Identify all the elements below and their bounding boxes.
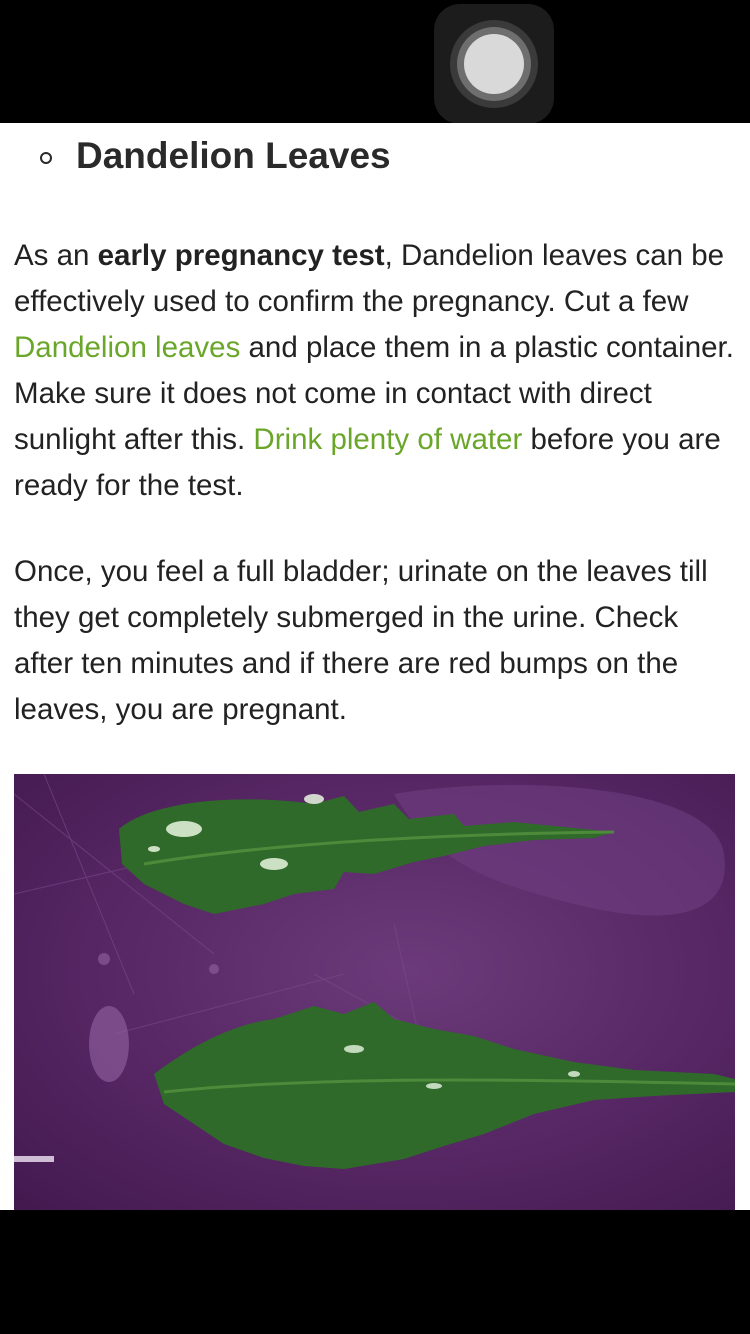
section-heading: Dandelion Leaves [76,135,391,176]
bottom-black-bar [0,1210,750,1334]
dandelion-leaves-photo [14,774,735,1210]
paragraph1-text-1: As an [14,239,98,272]
top-black-bar [0,0,750,123]
drink-water-link[interactable]: Drink plenty of water [253,423,522,456]
assistive-touch-icon[interactable] [434,4,554,124]
assistive-touch-inner-circle [464,34,524,94]
dandelion-leaves-link[interactable]: Dandelion leaves [14,331,240,364]
paragraph1-bold-phrase: early pregnancy test [97,239,385,272]
article-content: Dandelion Leaves As an early pregnancy t… [0,123,750,1210]
bullet-icon [40,152,52,164]
list-item-heading: Dandelion Leaves [0,133,750,179]
light-reflection [14,1156,54,1162]
paragraph-test-method: As an early pregnancy test, Dandelion le… [14,233,736,509]
assistive-touch-middle-ring [457,27,531,101]
leaves-illustration [14,774,735,1169]
paragraph-instructions: Once, you feel a full bladder; urinate o… [14,555,708,726]
assistive-touch-outer-ring [450,20,538,108]
